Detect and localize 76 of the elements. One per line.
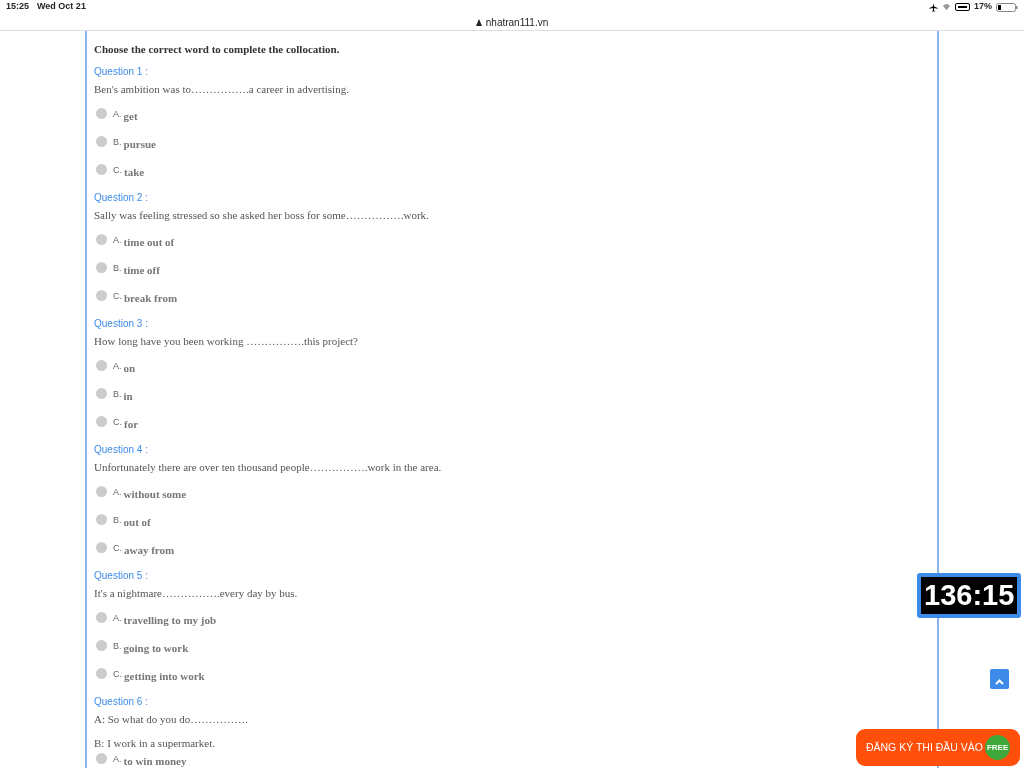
option-letter: C. — [113, 290, 122, 303]
question-text: How long have you been working …………….this project? — [94, 335, 358, 347]
option-text: out of — [123, 516, 151, 529]
question-label: Question 3 : — [94, 318, 148, 329]
option-letter: B. — [113, 136, 122, 149]
radio-button[interactable] — [96, 542, 107, 553]
scroll-top-button[interactable] — [990, 669, 1009, 689]
battery-percentage: 17% — [974, 0, 992, 14]
question-label: Question 6 : — [94, 696, 148, 707]
wifi-icon — [942, 3, 951, 11]
radio-button[interactable] — [96, 612, 107, 623]
option-letter: B. — [113, 388, 122, 401]
button-label: ĐĂNG KÝ THI ĐẦU VÀO — [865, 739, 984, 755]
question-text: It's a nightmare…………….every day by bus. — [94, 587, 298, 599]
radio-button[interactable] — [96, 164, 107, 175]
radio-button[interactable] — [96, 262, 107, 273]
option-letter: C. — [113, 164, 122, 177]
option-text: going to work — [123, 642, 189, 655]
radio-button[interactable] — [96, 360, 107, 371]
question-text: Unfortunately there are over ten thousand people…………….work in the area. — [94, 461, 442, 473]
option-letter: A. — [113, 360, 122, 373]
battery-icon — [996, 2, 1018, 12]
option-text: to win money — [123, 755, 187, 768]
option-text: away from — [124, 544, 175, 557]
option-text: take — [124, 166, 145, 179]
radio-button[interactable] — [96, 108, 107, 119]
status-time: 15:25 — [6, 0, 30, 14]
radio-button[interactable] — [96, 234, 107, 245]
question-label: Question 5 : — [94, 570, 148, 581]
question-text: Sally was feeling stressed so she asked her boss for some…………….work. — [94, 209, 429, 221]
question-label: Question 4 : — [94, 444, 148, 455]
option-letter: C. — [113, 416, 122, 429]
vpn-icon — [955, 3, 970, 11]
option-text: pursue — [123, 138, 156, 151]
option-letter: B. — [113, 640, 122, 653]
question-text: B: I work in a supermarket. — [94, 737, 215, 749]
option-text: time off — [123, 264, 160, 277]
option-text: getting into work — [124, 670, 205, 683]
lock-icon — [475, 18, 482, 26]
status-date: Wed Oct 21 — [37, 0, 86, 14]
option-text: on — [123, 362, 136, 375]
option-text: travelling to my job — [123, 614, 217, 627]
radio-button[interactable] — [96, 486, 107, 497]
option-letter: C. — [113, 542, 122, 555]
radio-button[interactable] — [96, 514, 107, 525]
question-label: Question 2 : — [94, 192, 148, 203]
option-letter: A. — [113, 486, 122, 499]
radio-button[interactable] — [96, 388, 107, 399]
option-letter: B. — [113, 262, 122, 275]
radio-button[interactable] — [96, 136, 107, 147]
option-letter: A. — [113, 108, 122, 121]
instruction-text: Choose the correct word to complete the collocation. — [94, 43, 341, 57]
radio-button[interactable] — [96, 753, 107, 764]
option-text: in — [123, 390, 133, 403]
option-letter: C. — [113, 668, 122, 681]
radio-button[interactable] — [96, 640, 107, 651]
option-letter: A. — [113, 753, 122, 766]
question-text: Ben's ambition was to…………….a career in advertising. — [94, 83, 349, 95]
url-text[interactable]: nhatran111.vn — [485, 14, 549, 30]
countdown-timer: 136:15 — [917, 573, 1022, 618]
question-label: Question 1 : — [94, 66, 148, 77]
option-letter: A. — [113, 612, 122, 625]
free-badge: FREE — [985, 735, 1011, 760]
option-text: time out of — [123, 236, 175, 249]
chevron-up-icon — [995, 678, 1004, 685]
radio-button[interactable] — [96, 290, 107, 301]
question-text: A: So what do you do……………. — [94, 713, 248, 725]
option-text: for — [124, 418, 139, 431]
option-text: get — [123, 110, 138, 123]
option-text: break from — [124, 292, 178, 305]
option-letter: A. — [113, 234, 122, 247]
airplane-icon — [929, 2, 938, 12]
option-letter: B. — [113, 514, 122, 527]
radio-button[interactable] — [96, 416, 107, 427]
radio-button[interactable] — [96, 668, 107, 679]
option-text: without some — [123, 488, 187, 501]
